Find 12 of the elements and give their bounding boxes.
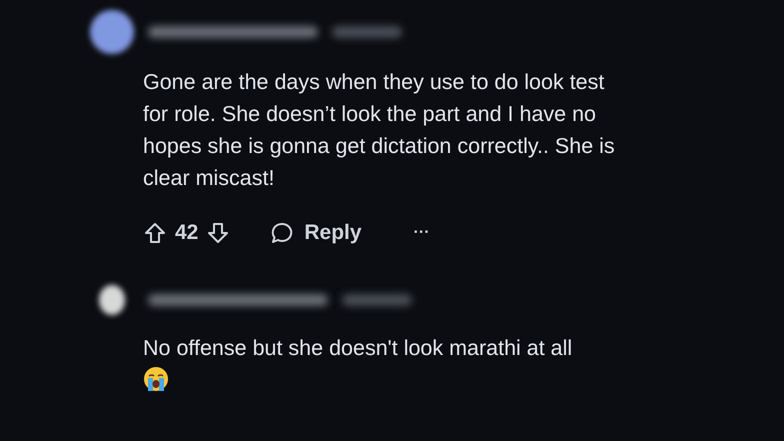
blurred-timestamp: [342, 294, 412, 306]
avatar[interactable]: [99, 285, 125, 315]
vote-count: 42: [175, 221, 198, 245]
more-button[interactable]: ···: [414, 224, 430, 242]
blurred-timestamp: [332, 26, 402, 38]
comment-text: Gone are the days when they use to do look test for role. She doesn’t look the part and I have no hopes she is gonna get dictation correctly.. She is clear miscast!: [143, 69, 616, 192]
upvote-icon[interactable]: [143, 221, 167, 245]
avatar[interactable]: [90, 10, 134, 54]
comment-text: No offense but she doesn't look marathi at all: [143, 335, 574, 362]
downvote-icon[interactable]: [206, 221, 230, 245]
comment-icon[interactable]: [270, 221, 294, 245]
reply-button[interactable]: Reply: [270, 221, 362, 245]
